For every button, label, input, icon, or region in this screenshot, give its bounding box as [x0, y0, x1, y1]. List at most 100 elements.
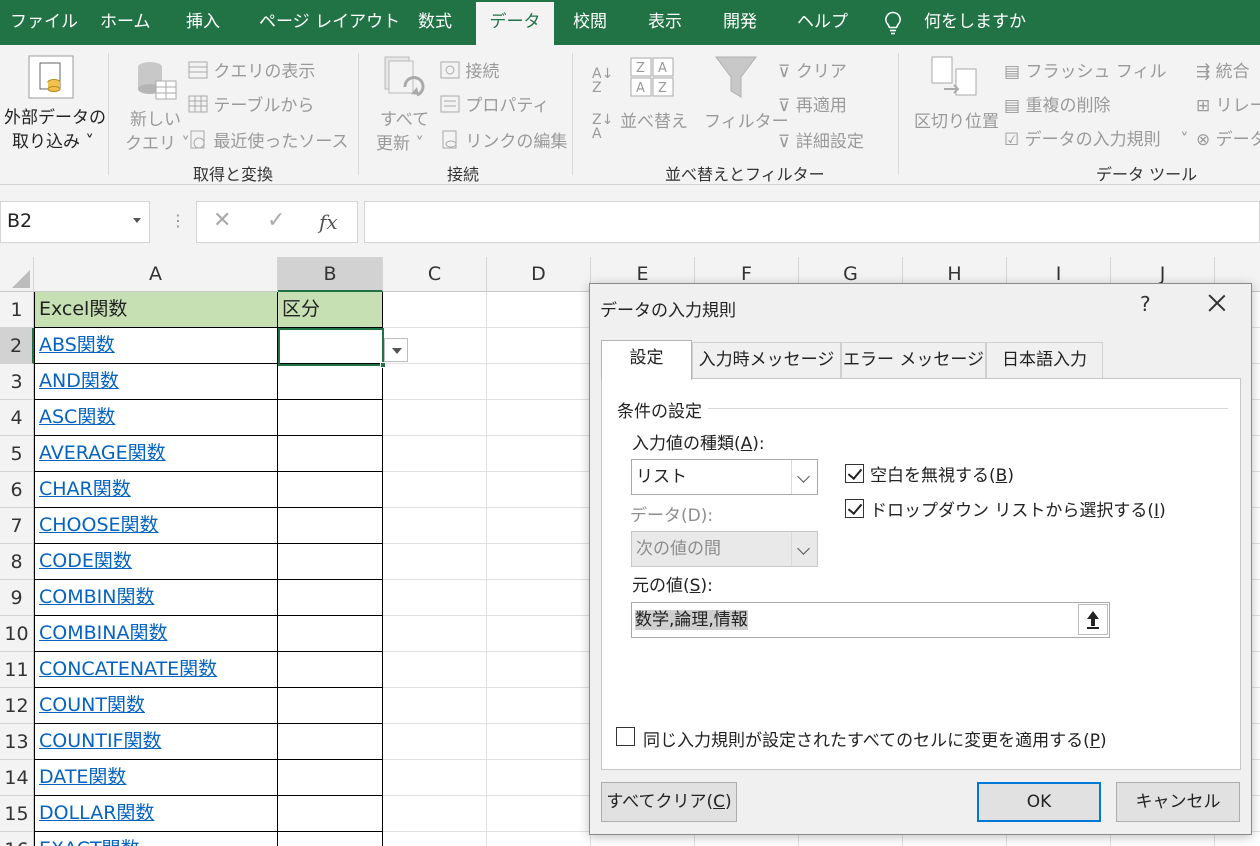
- remove-duplicates-button[interactable]: ▤ 重複の削除: [1004, 91, 1110, 116]
- empty-cell[interactable]: [383, 688, 487, 724]
- row-header[interactable]: 11: [0, 652, 34, 688]
- tab-formulas[interactable]: 数式: [418, 0, 452, 45]
- function-name-cell[interactable]: COUNTIF関数: [34, 724, 278, 760]
- chevron-down-icon[interactable]: [133, 218, 141, 223]
- clear-filter-button[interactable]: ⊽ クリア: [778, 57, 847, 82]
- ignore-blank-checkbox[interactable]: [845, 464, 864, 483]
- function-name-cell[interactable]: ASC関数: [34, 400, 278, 436]
- category-cell[interactable]: [278, 616, 383, 652]
- column-header-a[interactable]: A: [34, 257, 278, 292]
- row-header[interactable]: 8: [0, 544, 34, 580]
- close-icon[interactable]: [1204, 290, 1230, 316]
- ok-button[interactable]: OK: [977, 782, 1101, 822]
- empty-cell[interactable]: [487, 400, 591, 436]
- row-header[interactable]: 15: [0, 796, 34, 832]
- properties-button[interactable]: プロパティ: [440, 91, 549, 116]
- data-validation-button[interactable]: ☑ データの入力規則 ˅: [1004, 125, 1189, 150]
- category-cell[interactable]: [278, 364, 383, 400]
- empty-cell[interactable]: [487, 508, 591, 544]
- category-cell[interactable]: [278, 580, 383, 616]
- function-name-cell[interactable]: DOLLAR関数: [34, 796, 278, 832]
- row-header[interactable]: 9: [0, 580, 34, 616]
- empty-cell[interactable]: [383, 760, 487, 796]
- tab-data[interactable]: データ: [476, 2, 554, 45]
- function-name-cell[interactable]: COMBIN関数: [34, 580, 278, 616]
- function-name-cell[interactable]: COMBINA関数: [34, 616, 278, 652]
- category-cell[interactable]: [278, 472, 383, 508]
- empty-cell[interactable]: [383, 616, 487, 652]
- data-model-button[interactable]: ⊗ データ: [1196, 125, 1260, 150]
- row-header[interactable]: 6: [0, 472, 34, 508]
- formula-input[interactable]: [364, 201, 1260, 243]
- help-button[interactable]: ?: [1140, 292, 1151, 316]
- clear-all-button[interactable]: すべてクリア(C): [601, 782, 737, 822]
- empty-cell[interactable]: [383, 544, 487, 580]
- empty-cell[interactable]: [487, 472, 591, 508]
- column-header-d[interactable]: D: [487, 257, 591, 292]
- cancel-entry-icon[interactable]: ✕: [213, 208, 231, 233]
- empty-cell[interactable]: [383, 472, 487, 508]
- tab-view[interactable]: 表示: [648, 0, 682, 45]
- tab-insert[interactable]: 挿入: [186, 0, 220, 45]
- empty-cell[interactable]: [487, 544, 591, 580]
- empty-cell[interactable]: [383, 724, 487, 760]
- empty-cell[interactable]: [383, 832, 487, 846]
- sort-ascending-button[interactable]: A↓ Z: [592, 67, 613, 95]
- category-cell[interactable]: [278, 688, 383, 724]
- cancel-button[interactable]: キャンセル: [1116, 782, 1240, 822]
- function-name-cell[interactable]: CHAR関数: [34, 472, 278, 508]
- row-header[interactable]: 4: [0, 400, 34, 436]
- row-header[interactable]: 16: [0, 832, 34, 846]
- function-name-cell[interactable]: CONCATENATE関数: [34, 652, 278, 688]
- empty-cell[interactable]: [487, 652, 591, 688]
- tab-help[interactable]: ヘルプ: [797, 0, 848, 45]
- consolidate-button[interactable]: ⇶ 統合: [1196, 57, 1250, 82]
- empty-cell[interactable]: [487, 292, 591, 328]
- category-cell[interactable]: [278, 652, 383, 688]
- empty-cell[interactable]: [487, 328, 591, 364]
- function-name-cell[interactable]: ABS関数: [34, 328, 278, 364]
- tab-developer[interactable]: 開発: [723, 0, 757, 45]
- fill-handle[interactable]: [380, 362, 386, 368]
- sort-descending-button[interactable]: Z↓ A: [592, 113, 613, 141]
- from-table-button[interactable]: テーブルから: [188, 91, 314, 116]
- collapse-dialog-button[interactable]: [1078, 604, 1108, 635]
- tab-home[interactable]: ホーム: [100, 0, 151, 45]
- row-header[interactable]: 14: [0, 760, 34, 796]
- tab-page-layout[interactable]: ページ レイアウト: [259, 0, 400, 45]
- empty-cell[interactable]: [487, 796, 591, 832]
- flash-fill-button[interactable]: ▤ フラッシュ フィル: [1004, 57, 1167, 82]
- function-name-cell[interactable]: DATE関数: [34, 760, 278, 796]
- category-cell[interactable]: [278, 508, 383, 544]
- category-cell[interactable]: [278, 400, 383, 436]
- empty-cell[interactable]: [487, 760, 591, 796]
- tab-error-alert[interactable]: エラー メッセージ: [841, 342, 986, 378]
- tab-settings[interactable]: 設定: [601, 340, 692, 380]
- show-queries-button[interactable]: クエリの表示: [188, 57, 315, 82]
- empty-cell[interactable]: [383, 508, 487, 544]
- empty-cell[interactable]: [383, 292, 487, 328]
- row-header[interactable]: 1: [0, 292, 34, 328]
- row-header[interactable]: 3: [0, 364, 34, 400]
- empty-cell[interactable]: [383, 436, 487, 472]
- empty-cell[interactable]: [487, 616, 591, 652]
- row-header[interactable]: 13: [0, 724, 34, 760]
- category-cell[interactable]: [278, 436, 383, 472]
- formula-bar-grip-icon[interactable]: ⋮: [170, 211, 186, 230]
- category-cell[interactable]: [278, 544, 383, 580]
- connections-button[interactable]: 接続: [440, 57, 499, 82]
- function-name-cell[interactable]: CHOOSE関数: [34, 508, 278, 544]
- confirm-entry-icon[interactable]: ✓: [267, 208, 285, 233]
- header-cell-b1[interactable]: 区分: [278, 292, 383, 328]
- reapply-button[interactable]: ⊽ 再適用: [778, 91, 847, 116]
- edit-links-button[interactable]: リンクの編集: [440, 127, 567, 152]
- column-header-b[interactable]: B: [278, 257, 383, 292]
- category-cell[interactable]: [278, 832, 383, 846]
- row-header[interactable]: 10: [0, 616, 34, 652]
- tab-input-message[interactable]: 入力時メッセージ: [692, 342, 841, 378]
- column-header-c[interactable]: C: [383, 257, 487, 292]
- function-name-cell[interactable]: AVERAGE関数: [34, 436, 278, 472]
- cell-dropdown-button[interactable]: [384, 338, 408, 362]
- empty-cell[interactable]: [487, 436, 591, 472]
- empty-cell[interactable]: [487, 688, 591, 724]
